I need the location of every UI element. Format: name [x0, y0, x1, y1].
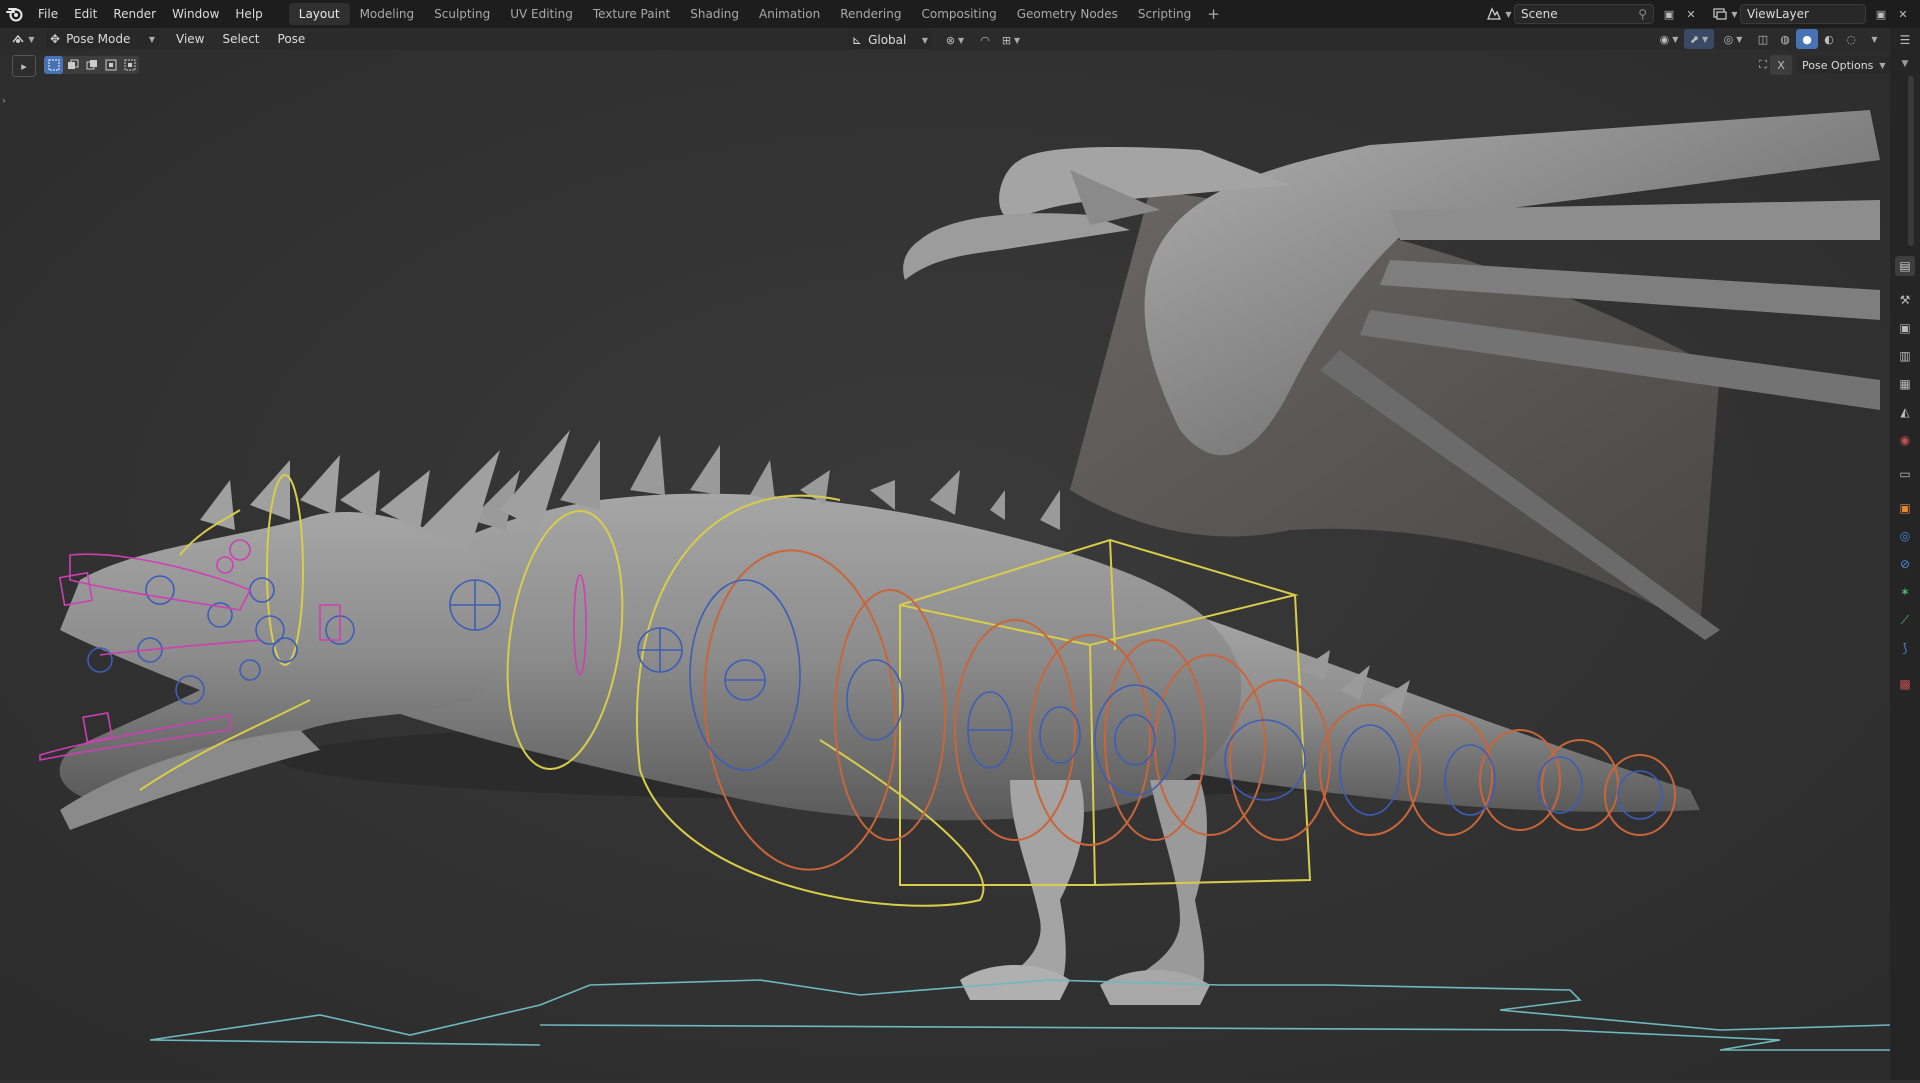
tab-geometry-nodes[interactable]: Geometry Nodes [1007, 3, 1128, 25]
collection-tab-icon[interactable]: ▭ [1895, 464, 1915, 484]
viewport-scene[interactable] [0, 50, 1891, 1080]
snap-target-icon[interactable]: ⊞ ▼ [996, 30, 1026, 50]
view-layer-name: ViewLayer [1747, 7, 1809, 21]
tab-uv-editing[interactable]: UV Editing [500, 3, 583, 25]
tool-tab-icon[interactable]: ▤ [1895, 256, 1915, 276]
constraints-tab-icon[interactable]: ⊘ [1895, 554, 1915, 574]
tab-animation[interactable]: Animation [749, 3, 830, 25]
menu-file[interactable]: File [30, 0, 66, 28]
tab-texture-paint[interactable]: Texture Paint [583, 3, 680, 25]
select-extend-icon[interactable] [63, 56, 82, 74]
header-collapse-arrow-icon[interactable]: › [0, 90, 8, 110]
tab-sculpting[interactable]: Sculpting [424, 3, 500, 25]
orientation-label: Global [868, 33, 907, 47]
pose-mode-icon: ✥ [50, 32, 61, 46]
pose-options-label: Pose Options [1802, 58, 1874, 72]
selection-modes [44, 56, 139, 74]
scene-icon[interactable]: ▼ [1484, 4, 1514, 24]
select-subtract-icon[interactable] [82, 56, 101, 74]
wireframe-shading-icon[interactable]: ◍ [1774, 29, 1796, 49]
tool-settings-header: ▸ [0, 54, 1920, 77]
view-layer-icon[interactable]: ▼ [1710, 4, 1740, 24]
gizmo-icon[interactable]: ⬈ ▼ [1684, 29, 1714, 49]
shading-options-icon[interactable]: ▼ [1862, 29, 1884, 49]
menu-select[interactable]: Select [213, 32, 268, 46]
select-tool-icon[interactable]: ▸ [12, 55, 36, 77]
viewport-header: ▼ ✥ Pose Mode ▼ View Select Pose ⊾ Globa… [0, 28, 1920, 50]
tab-shading[interactable]: Shading [680, 3, 749, 25]
armature-data-tab-icon[interactable]: ✶ [1895, 582, 1915, 602]
add-workspace-button[interactable]: + [1201, 3, 1226, 25]
view-layer-tab-icon[interactable]: ▦ [1895, 374, 1915, 394]
workspace-tabs: Layout Modeling Sculpting UV Editing Tex… [288, 0, 1226, 28]
menu-pose[interactable]: Pose [269, 32, 315, 46]
bone-constraints-tab-icon[interactable]: ⟆ [1895, 638, 1915, 658]
new-scene-icon[interactable]: ▣ [1658, 4, 1680, 24]
tab-layout[interactable]: Layout [288, 3, 350, 25]
snap-magnet-icon[interactable]: ◠ [974, 30, 996, 50]
output-tab-icon[interactable]: ▥ [1895, 346, 1915, 366]
menu-edit[interactable]: Edit [66, 0, 105, 28]
transform-orientation-selector[interactable]: ⊾ Global ▼ [848, 31, 932, 49]
select-intersect-icon[interactable] [120, 56, 139, 74]
visibility-icon[interactable]: ◉ ▼ [1654, 29, 1684, 49]
render-tab-icon[interactable]: ▣ [1895, 318, 1915, 338]
3d-viewport-icon[interactable]: ▼ [6, 29, 40, 49]
global-axis-icon: ⊾ [852, 33, 863, 47]
scene-name-field[interactable]: Scene ⚲ [1514, 4, 1654, 24]
rendered-shading-icon[interactable]: ◌ [1840, 29, 1862, 49]
solid-shading-icon[interactable]: ● [1796, 29, 1818, 49]
physics-tab-icon[interactable]: ◎ [1895, 526, 1915, 546]
tab-modeling[interactable]: Modeling [350, 3, 425, 25]
scene-name: Scene [1521, 7, 1558, 21]
texture-tab-icon[interactable]: ▩ [1895, 674, 1915, 694]
tab-scripting[interactable]: Scripting [1128, 3, 1201, 25]
object-tab-icon[interactable]: ▣ [1895, 498, 1915, 518]
world-tab-icon[interactable]: ◉ [1895, 430, 1915, 450]
outliner-toggle-icon[interactable]: ☰ [1895, 30, 1915, 50]
tab-rendering[interactable]: Rendering [830, 3, 911, 25]
collapse-icon[interactable]: ▼ [1895, 54, 1915, 74]
panel-scrollbar[interactable] [1908, 76, 1914, 246]
tab-compositing[interactable]: Compositing [911, 3, 1006, 25]
new-view-layer-icon[interactable]: ▣ [1870, 4, 1892, 24]
select-new-icon[interactable] [44, 56, 63, 74]
scene-tab-icon[interactable]: ◭ [1895, 402, 1915, 422]
bone-tab-icon[interactable]: ⟋ [1895, 610, 1915, 630]
menu-render[interactable]: Render [105, 0, 164, 28]
overlays-icon[interactable]: ◎ ▼ [1718, 29, 1748, 49]
menu-window[interactable]: Window [164, 0, 227, 28]
3d-viewport[interactable] [0, 50, 1891, 1080]
view-layer-field[interactable]: ViewLayer [1740, 4, 1866, 24]
blender-logo-icon[interactable] [0, 0, 30, 28]
material-shading-icon[interactable]: ◐ [1818, 29, 1840, 49]
select-invert-icon[interactable] [101, 56, 120, 74]
pose-options-dropdown[interactable]: Pose Options ▼ [1796, 56, 1892, 74]
properties-tab-strip: ☰ ▼ ▤ ⚒ ▣ ▥ ▦ ◭ ◉ ▭ ▣ ◎ ⊘ ✶ ⟋ ⟆ ▩ [1890, 28, 1920, 1080]
mode-selector[interactable]: ✥ Pose Mode ▼ [46, 30, 159, 48]
delete-view-layer-icon[interactable]: ✕ [1892, 4, 1914, 24]
pin-icon[interactable]: ⚲ [1638, 7, 1647, 21]
menu-view[interactable]: View [167, 32, 213, 46]
x-mirror-toggle[interactable]: X [1770, 55, 1792, 75]
menu-help[interactable]: Help [227, 0, 270, 28]
delete-scene-icon[interactable]: ✕ [1680, 4, 1702, 24]
mode-label: Pose Mode [66, 32, 131, 46]
pivot-point-icon[interactable]: ⊗ ▼ [940, 30, 970, 50]
top-bar: File Edit Render Window Help Layout Mode… [0, 0, 1920, 28]
xray-icon[interactable]: ◫ [1752, 29, 1774, 49]
tool-settings-icon[interactable]: ⚒ [1895, 290, 1915, 310]
